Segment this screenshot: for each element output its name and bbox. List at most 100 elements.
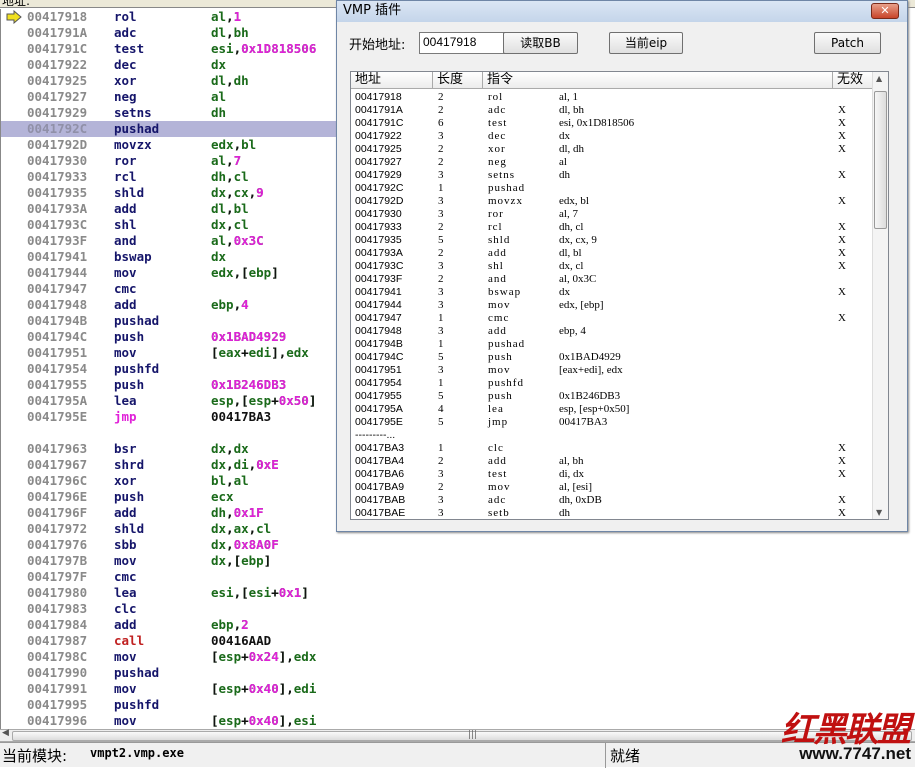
list-row[interactable]: 00417955 5 push 0x1B246DB3: [351, 390, 873, 403]
patch-button[interactable]: Patch: [814, 32, 881, 54]
address: 00417990: [27, 665, 88, 680]
scroll-up-icon[interactable]: ▲: [876, 74, 882, 83]
list-row[interactable]: 00417951 3 mov [eax+edi], edx: [351, 364, 873, 377]
scroll-thumb[interactable]: [874, 91, 887, 229]
list-row[interactable]: 0041794B 1 pushad: [351, 338, 873, 351]
disasm-row[interactable]: 00417963bsrdx,dxdx,dx: [1, 441, 336, 457]
disasm-row[interactable]: 00417955 push 0x1B246DB3 0x1B246DB3: [1, 377, 336, 393]
disasm-row[interactable]: 0041792Dmovzxedx,bledx,bl: [1, 137, 336, 153]
disasm-row[interactable]: 0041794B pushad: [1, 313, 336, 329]
instruction-list[interactable]: 地址 长度 指令 无效 00417918 2 rol al, 1 0041791A 2 ad…: [350, 71, 889, 520]
list-row[interactable]: 00417954 1 pushfd: [351, 377, 873, 390]
list-row[interactable]: 0041792D 3 movzx edx, bl X: [351, 195, 873, 208]
disasm-row[interactable]: 00417935shlddx,cx,9dx,cx,9: [1, 185, 336, 201]
disasm-row[interactable]: 00417972shlddx,ax,cldx,ax,cl: [1, 521, 336, 537]
current-eip-button[interactable]: 当前eip: [609, 32, 683, 54]
disasm-row[interactable]: 00417948addebp,4ebp,4: [1, 297, 336, 313]
disasm-row[interactable]: 00417991mov[esp+0x40],edi[esp+0x40],edi: [1, 681, 336, 697]
disasm-row[interactable]: 0041793Fandal,0x3Cal,0x3C: [1, 233, 336, 249]
list-row[interactable]: 0041795A 4 lea esp, [esp+0x50]: [351, 403, 873, 416]
list-row[interactable]: 0041793F 2 and al, 0x3C: [351, 273, 873, 286]
list-row[interactable]: 00417947 1 cmc X: [351, 312, 873, 325]
disasm-row[interactable]: 0041796E push ecx: [1, 489, 336, 505]
mnemonic: push: [114, 329, 145, 344]
list-row[interactable]: 00417925 2 xor dl, dh X: [351, 143, 873, 156]
disasm-row[interactable]: 00417933rcldh,cldh,cl: [1, 169, 336, 185]
list-row[interactable]: 00417BA3 1 clc X: [351, 442, 873, 455]
disasm-row[interactable]: 00417980leaesi,[esi+0x1]esi,[esi+0x1]: [1, 585, 336, 601]
disasm-row[interactable]: 00417996mov[esp+0x40],esi[esp+0x40],esi: [1, 713, 336, 729]
column-header-instruction[interactable]: 指令: [483, 72, 833, 89]
list-row[interactable]: 00417929 3 setns dh X: [351, 169, 873, 182]
list-row[interactable]: 00417918 2 rol al, 1: [351, 91, 873, 104]
list-row[interactable]: 00417944 3 mov edx, [ebp]: [351, 299, 873, 312]
list-row[interactable]: 00417935 5 shld dx, cx, 9 X: [351, 234, 873, 247]
list-row[interactable]: 0041791A 2 adc dl, bh X: [351, 104, 873, 117]
disasm-row[interactable]: 00417930roral,7al,7: [1, 153, 336, 169]
disasm-row[interactable]: 0041791Aadcdl,bhdl,bh: [1, 25, 336, 41]
disasm-row[interactable]: 0041797F cmc: [1, 569, 336, 585]
length: 3: [438, 507, 444, 519]
disasm-row[interactable]: 00417947 cmc: [1, 281, 336, 297]
disasm-row[interactable]: 00417987 call 00416AAD: [1, 633, 336, 649]
disasm-row[interactable]: 00417927 neg al: [1, 89, 336, 105]
list-row[interactable]: 0041793C 3 shl dx, cl X: [351, 260, 873, 273]
disasm-row[interactable]: 0041796Fadddh,0x1Fdh,0x1F: [1, 505, 336, 521]
list-row[interactable]: 00417BAE 3 setb dh X: [351, 507, 873, 519]
disasm-row[interactable]: 00417967shrddx,di,0xEdx,di,0xE: [1, 457, 336, 473]
invalid-flag: X: [838, 247, 846, 259]
list-row[interactable]: 0041791C 6 test esi, 0x1D818506 X: [351, 117, 873, 130]
list-row[interactable]: ---------...: [351, 429, 873, 442]
scroll-left-icon[interactable]: ◀: [2, 728, 9, 738]
disasm-row[interactable]: 00417944movedx,[ebp]edx,[ebp]: [1, 265, 336, 281]
list-row[interactable]: 0041792C 1 pushad: [351, 182, 873, 195]
read-bb-button[interactable]: 读取BB: [503, 32, 578, 54]
list-row[interactable]: 00417941 3 bswap dx X: [351, 286, 873, 299]
column-header-invalid[interactable]: 无效: [833, 72, 873, 89]
operand: dl,bl: [211, 201, 249, 216]
list-row[interactable]: 00417BA6 3 test di, dx X: [351, 468, 873, 481]
vertical-scrollbar[interactable]: ▲ ▼: [872, 72, 888, 519]
disasm-row[interactable]: 0041793Cshldx,cldx,cl: [1, 217, 336, 233]
operand: edx,[ebp]: [211, 265, 279, 280]
disasm-row[interactable]: 00417984addebp,2ebp,2: [1, 617, 336, 633]
disasm-row[interactable]: 00417995 pushfd: [1, 697, 336, 713]
scroll-down-icon[interactable]: ▼: [876, 508, 882, 517]
disasm-row[interactable]: 00417941 bswap dx: [1, 249, 336, 265]
list-row[interactable]: 00417930 3 ror al, 7: [351, 208, 873, 221]
list-row[interactable]: 00417BA4 2 add al, bh X: [351, 455, 873, 468]
list-row[interactable]: 00417922 3 dec dx X: [351, 130, 873, 143]
disasm-row[interactable]: 00417918rolal,1al,1: [1, 9, 336, 25]
close-icon[interactable]: ✕: [871, 3, 899, 19]
disasm-row[interactable]: 00417922 dec dx: [1, 57, 336, 73]
disasm-row[interactable]: 00417976sbbdx,0x8A0Fdx,0x8A0F: [1, 537, 336, 553]
disasm-row[interactable]: 0041792C pushad: [1, 121, 336, 137]
column-header-length[interactable]: 长度: [433, 72, 483, 89]
disassembly-view[interactable]: 00417918rolal,1al,10041791Aadcdl,bhdl,bh…: [0, 9, 336, 729]
disasm-row[interactable]: 0041795E jmp 00417BA3: [1, 409, 336, 425]
disasm-row[interactable]: 00417990 pushad: [1, 665, 336, 681]
disasm-row[interactable]: 0041793Aadddl,bldl,bl: [1, 201, 336, 217]
disasm-row[interactable]: 0041791Ctestesi,0x1D818506esi,0x1D818506: [1, 41, 336, 57]
list-row[interactable]: 00417927 2 neg al: [351, 156, 873, 169]
list-row[interactable]: 00417933 2 rcl dh, cl X: [351, 221, 873, 234]
list-row[interactable]: 0041795E 5 jmp 00417BA3: [351, 416, 873, 429]
disasm-row[interactable]: 00417925xordl,dhdl,dh: [1, 73, 336, 89]
disasm-row[interactable]: 0041794C push 0x1BAD4929 0x1BAD4929: [1, 329, 336, 345]
disasm-row[interactable]: 00417983 clc: [1, 601, 336, 617]
list-row[interactable]: 00417948 3 add ebp, 4: [351, 325, 873, 338]
address: 00417922: [355, 130, 402, 142]
mnemonic: neg: [488, 156, 507, 168]
list-row[interactable]: 00417BAB 3 adc dh, 0xDB X: [351, 494, 873, 507]
disasm-row[interactable]: 0041797Bmovdx,[ebp]dx,[ebp]: [1, 553, 336, 569]
disasm-row[interactable]: 00417929 setns dh: [1, 105, 336, 121]
column-header-address[interactable]: 地址: [351, 72, 433, 89]
disasm-row[interactable]: 0041796Cxorbl,albl,al: [1, 473, 336, 489]
list-row[interactable]: 00417BA9 2 mov al, [esi]: [351, 481, 873, 494]
list-row[interactable]: 0041794C 5 push 0x1BAD4929: [351, 351, 873, 364]
disasm-row[interactable]: 00417954 pushfd: [1, 361, 336, 377]
disasm-row[interactable]: 0041798Cmov[esp+0x24],edx[esp+0x24],edx: [1, 649, 336, 665]
disasm-row[interactable]: 0041795Aleaesp,[esp+0x50]esp,[esp+0x50]: [1, 393, 336, 409]
disasm-row[interactable]: 00417951mov[eax+edi],edx[eax+edi],edx: [1, 345, 336, 361]
list-row[interactable]: 0041793A 2 add dl, bl X: [351, 247, 873, 260]
